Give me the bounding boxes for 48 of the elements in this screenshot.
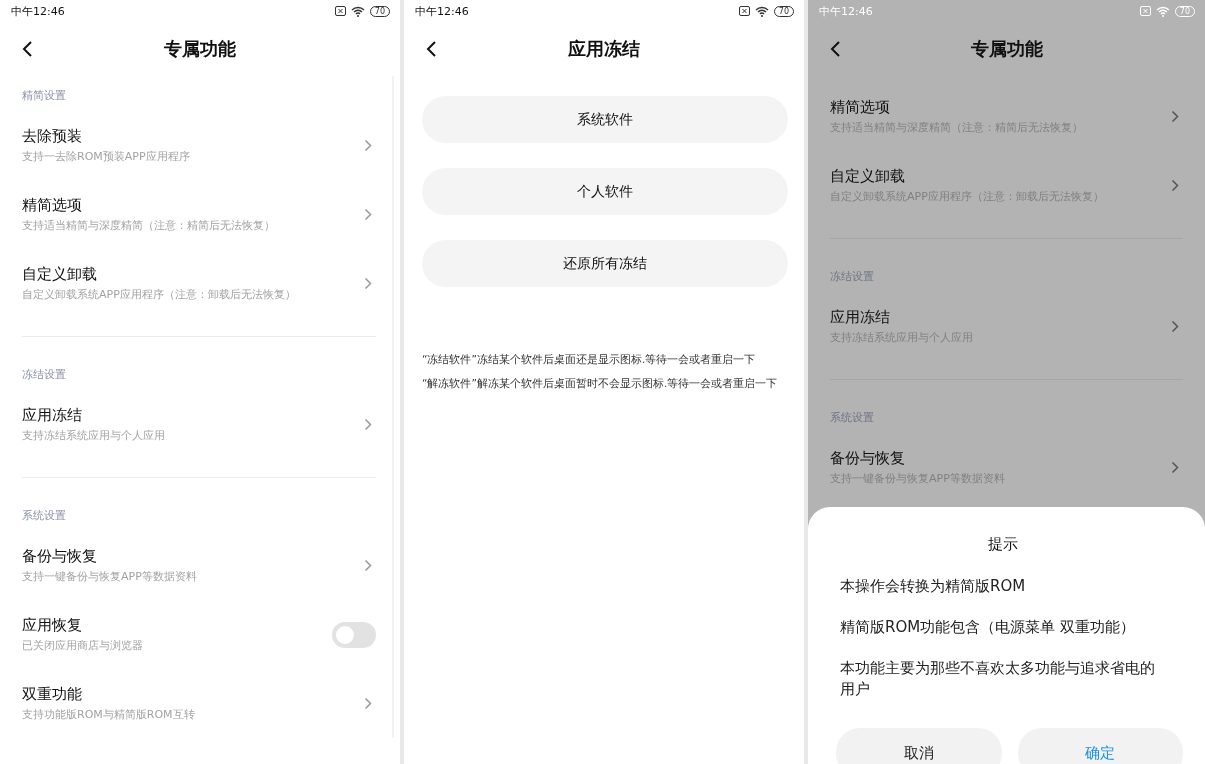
section-heading: 精简设置 bbox=[22, 88, 67, 104]
chevron-icon bbox=[1171, 320, 1179, 333]
dialog-text: 精简版ROM功能包含（电源菜单 双重功能） bbox=[840, 617, 1136, 638]
option-button[interactable]: 个人软件 bbox=[422, 168, 788, 215]
back-icon[interactable] bbox=[830, 40, 841, 58]
status-time: 中午12:46 bbox=[415, 3, 469, 19]
chevron-icon bbox=[364, 559, 372, 572]
dialog-title: 提示 bbox=[987, 535, 1018, 554]
chevron-icon bbox=[364, 277, 372, 290]
section-heading: 冻结设置 bbox=[22, 367, 67, 383]
chevron-icon bbox=[1171, 461, 1179, 474]
settings-item[interactable]: 自定义卸载 自定义卸载系统APP应用程序（注意：卸载后无法恢复） bbox=[22, 249, 376, 318]
screen-title: 专属功能 bbox=[970, 37, 1043, 61]
chevron-icon bbox=[364, 208, 372, 221]
settings-item[interactable]: 精简选项 支持适当精简与深度精简（注意：精简后无法恢复） bbox=[22, 180, 376, 249]
settings-item[interactable]: 应用恢复 已关闭应用商店与浏览器 bbox=[22, 600, 376, 669]
wifi-icon bbox=[754, 5, 769, 17]
chevron-icon bbox=[364, 697, 372, 710]
sim-icon bbox=[738, 6, 750, 16]
section-heading: 冻结设置 bbox=[830, 269, 875, 285]
status-time: 中午12:46 bbox=[11, 3, 65, 19]
chevron-icon bbox=[364, 139, 372, 152]
settings-item[interactable]: 应用冻结 支持冻结系统应用与个人应用 bbox=[22, 390, 376, 459]
note-text: “解冻软件”解冻某个软件后桌面暂时不会显示图标.等待一会或者重启一下 bbox=[422, 377, 779, 391]
chevron-icon bbox=[364, 418, 372, 431]
settings-item[interactable]: 去除预装 支持一去除ROM预装APP应用程序 bbox=[22, 111, 376, 180]
note-text: “冻结软件”冻结某个软件后桌面还是显示图标.等待一会或者重启一下 bbox=[422, 353, 757, 367]
screen-title: 应用冻结 bbox=[568, 37, 640, 61]
dialog-text: 本操作会转换为精简版ROM bbox=[840, 576, 1027, 597]
settings-item[interactable]: 双重功能 支持功能版ROM与精简版ROM互转 bbox=[22, 669, 376, 738]
cancel-button[interactable]: 取消 bbox=[836, 728, 1002, 764]
toggle-switch[interactable] bbox=[332, 621, 376, 648]
section-heading: 系统设置 bbox=[22, 508, 67, 524]
chevron-icon bbox=[1171, 179, 1179, 192]
option-button[interactable]: 还原所有冻结 bbox=[422, 240, 788, 287]
back-icon[interactable] bbox=[426, 40, 437, 58]
back-icon[interactable] bbox=[22, 40, 33, 58]
status-time: 中午12:46 bbox=[819, 3, 873, 19]
settings-item[interactable]: 备份与恢复 支持一键备份与恢复APP等数据资料 bbox=[22, 531, 376, 600]
dialog-text: 本功能主要为那些不喜欢太多功能与追求省电的用户 bbox=[840, 658, 1156, 700]
option-button[interactable]: 系统软件 bbox=[422, 96, 788, 143]
screen-title: 专属功能 bbox=[164, 37, 236, 61]
sim-icon bbox=[1139, 6, 1151, 16]
chevron-icon bbox=[1171, 110, 1179, 123]
sim-icon bbox=[334, 6, 346, 16]
wifi-icon bbox=[1155, 5, 1170, 17]
section-heading: 系统设置 bbox=[830, 410, 875, 426]
wifi-icon bbox=[350, 5, 365, 17]
